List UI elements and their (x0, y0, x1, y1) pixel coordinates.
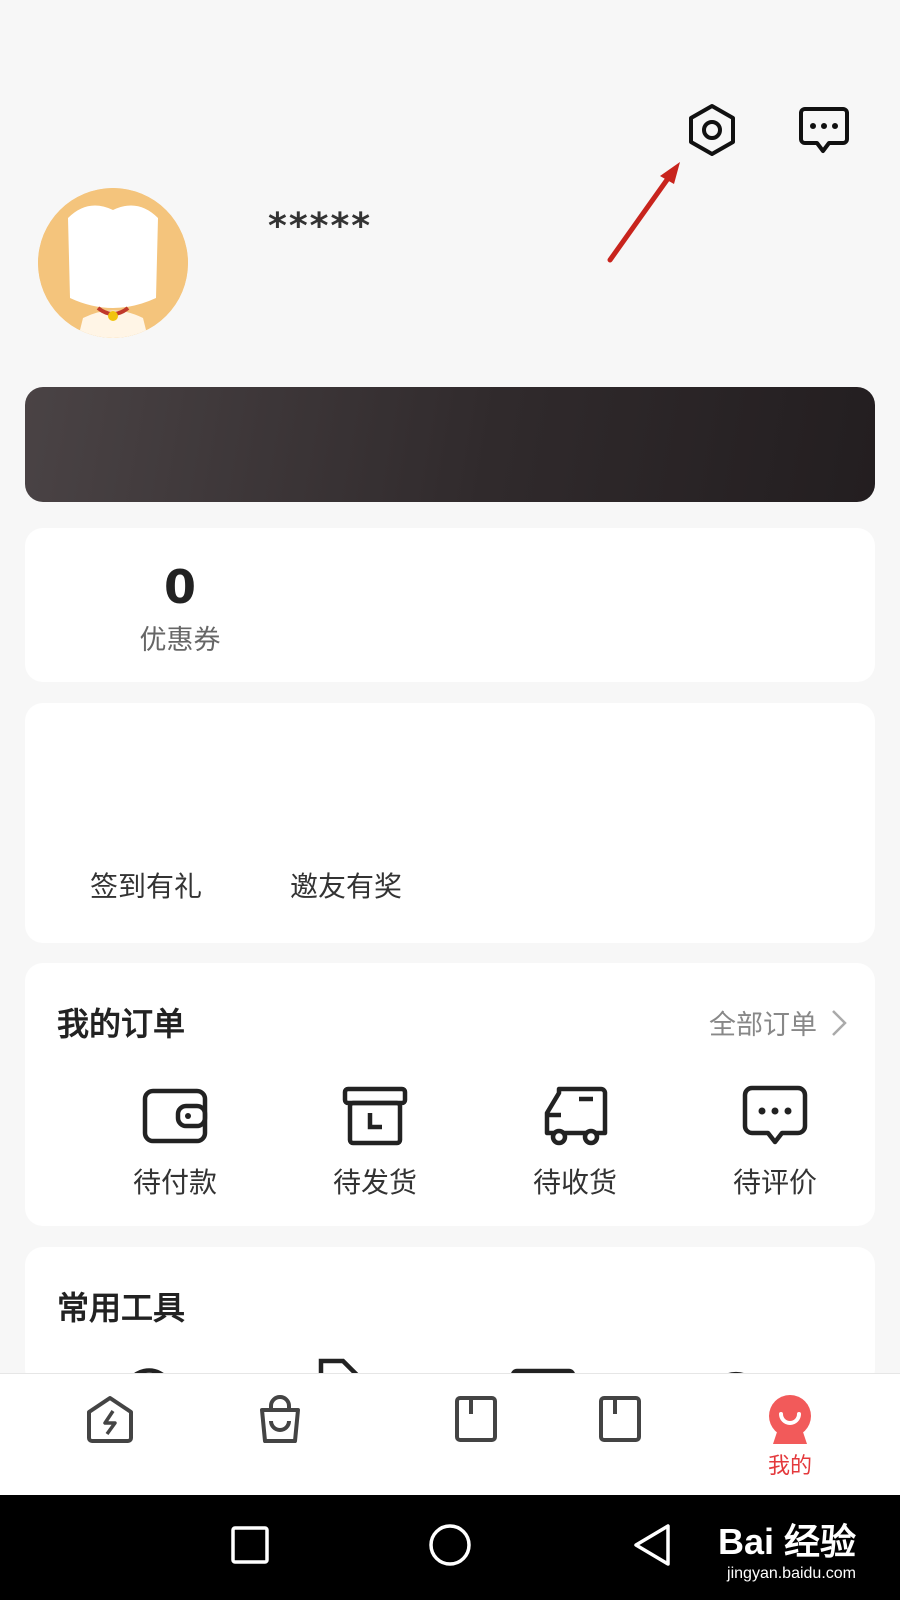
shopping-bag-icon (260, 1395, 300, 1443)
tab-mine-label: 我的 (767, 1454, 812, 1479)
chevron-right-icon (832, 1009, 847, 1036)
membership-banner[interactable] (25, 387, 875, 502)
message-button[interactable] (794, 100, 854, 160)
username: ***** (268, 206, 373, 247)
order-pending-payment-label: 待付款 (132, 1166, 217, 1199)
all-orders-label: 全部订单 (709, 1010, 817, 1041)
all-orders-link[interactable]: 全部订单 (709, 1003, 847, 1042)
box-icon (342, 1086, 408, 1146)
tools-card: 常用工具 (25, 1247, 875, 1395)
triangle-back-icon (634, 1524, 670, 1566)
back-button[interactable] (632, 1523, 672, 1571)
home-button[interactable] (428, 1523, 472, 1571)
orders-title: 我的订单 (57, 1005, 186, 1043)
bookmark-icon (455, 1396, 497, 1442)
invite-reward[interactable]: 邀友有奖 (290, 865, 402, 905)
order-pending-payment[interactable]: 待付款 (75, 1081, 275, 1201)
comment-icon (742, 1085, 808, 1145)
flash-house-icon (87, 1396, 133, 1443)
watermark-main: Bai 经验 (717, 1521, 856, 1562)
order-status-row: 待付款 待发货 待收货 待评价 (25, 1081, 875, 1201)
checkin-gift[interactable]: 签到有礼 (90, 865, 202, 905)
tab-home[interactable] (70, 1394, 150, 1446)
system-nav-bar: Bai 经验 jingyan.baidu.com (0, 1495, 900, 1600)
message-dots-icon (799, 107, 849, 153)
avatar-image (38, 188, 188, 338)
promo-card: 签到有礼 邀友有奖 (25, 703, 875, 943)
order-pending-receipt-label: 待收货 (532, 1166, 617, 1199)
circle-icon (429, 1524, 471, 1566)
settings-hex-icon (689, 104, 735, 156)
tab-bookmark-2[interactable] (580, 1394, 660, 1444)
annotation-arrow (607, 162, 680, 263)
wallet-icon (142, 1088, 208, 1144)
coupon-count: 0 (163, 560, 196, 614)
bottom-tabbar: 我的 (0, 1373, 900, 1495)
coupon-label: 优惠券 (139, 625, 221, 656)
baidu-watermark: Bai 经验 jingyan.baidu.com (718, 1513, 856, 1583)
order-pending-shipment[interactable]: 待发货 (275, 1081, 475, 1201)
order-pending-shipment-label: 待发货 (332, 1166, 417, 1199)
coupon-card: 0 优惠券 (25, 528, 875, 682)
tab-bookmark-1[interactable] (436, 1394, 516, 1444)
order-pending-receipt[interactable]: 待收货 (475, 1081, 675, 1201)
order-pending-review-label: 待评价 (732, 1166, 817, 1199)
avatar[interactable] (38, 188, 188, 338)
coupon-stat[interactable]: 0 优惠券 (110, 560, 250, 657)
recent-apps-button[interactable] (230, 1525, 270, 1569)
header-actions (682, 100, 854, 160)
orders-card: 我的订单 全部订单 待付款 待发货 待收货 待评价 (25, 963, 875, 1226)
order-pending-review[interactable]: 待评价 (675, 1081, 875, 1201)
tab-mine[interactable]: 我的 (750, 1394, 830, 1480)
profile-face-icon (769, 1395, 811, 1444)
tab-shop[interactable] (240, 1394, 320, 1446)
bookmark-icon (599, 1396, 641, 1442)
settings-button[interactable] (682, 100, 742, 160)
watermark-sub: jingyan.baidu.com (727, 1565, 856, 1582)
tools-title: 常用工具 (57, 1289, 186, 1327)
truck-icon (544, 1086, 608, 1146)
square-icon (231, 1526, 269, 1564)
